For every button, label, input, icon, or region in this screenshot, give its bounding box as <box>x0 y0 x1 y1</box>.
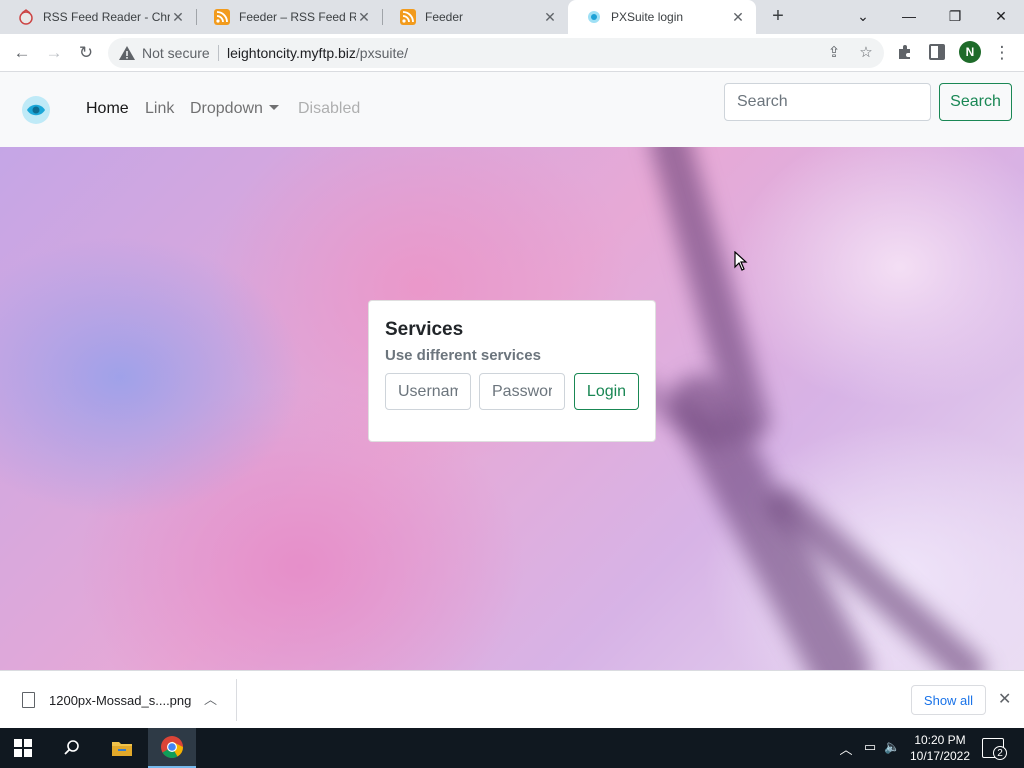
rss-icon <box>214 9 230 25</box>
rss-reader-extension-icon <box>19 9 33 25</box>
clock-time: 10:20 PM <box>914 733 966 747</box>
close-icon[interactable]: ✕ <box>356 9 372 26</box>
extensions-icon[interactable] <box>896 43 914 61</box>
system-clock[interactable]: 10:20 PM 10/17/2022 <box>905 732 975 764</box>
rss-icon <box>400 9 416 25</box>
browser-tab[interactable]: Feeder ✕ <box>382 0 568 34</box>
warning-icon[interactable] <box>118 44 136 62</box>
download-file-name[interactable]: 1200px-Mossad_s....png <box>49 693 191 708</box>
chrome-taskbar-icon[interactable] <box>148 728 196 768</box>
browser-tab-title: RSS Feed Reader - Chr <box>43 10 170 24</box>
bookmark-star-icon[interactable]: ☆ <box>856 43 876 63</box>
download-bar: 1200px-Mossad_s....png ︿ Show all ✕ <box>0 670 1024 728</box>
username-input[interactable] <box>385 373 471 410</box>
back-icon[interactable]: ← <box>10 41 34 65</box>
card-title: Services <box>385 319 464 340</box>
download-divider <box>236 679 237 721</box>
address-bar[interactable]: Not secure leightoncity.myftp.biz/pxsuit… <box>108 38 884 68</box>
close-icon[interactable]: ✕ <box>542 9 558 26</box>
browser-tab-strip: RSS Feed Reader - Chr ✕ Feeder – RSS Fee… <box>0 0 1024 34</box>
mouse-cursor-icon <box>734 251 748 271</box>
magnifier-icon <box>64 740 79 755</box>
clock-date: 10/17/2022 <box>909 749 971 763</box>
browser-tab[interactable]: RSS Feed Reader - Chr ✕ <box>0 0 196 34</box>
file-icon <box>22 692 35 708</box>
chrome-icon <box>161 736 183 758</box>
restore-button[interactable]: ❐ <box>932 0 978 34</box>
card-subtitle: Use different services <box>385 347 541 364</box>
minimize-button[interactable]: — <box>886 0 932 34</box>
side-panel-icon[interactable] <box>929 44 945 60</box>
nav-dropdown-label: Dropdown <box>190 100 263 117</box>
url-path: /pxsuite/ <box>355 45 409 61</box>
browser-tab-title: Feeder <box>425 10 464 24</box>
security-status[interactable]: Not secure <box>142 45 210 61</box>
browser-toolbar: ← → ↻ Not secure leightoncity.myftp.biz/… <box>0 34 1024 72</box>
omnibox-divider <box>218 45 219 61</box>
search-button[interactable]: Search <box>939 83 1012 121</box>
nav-link-link[interactable]: Link <box>145 100 174 118</box>
search-input[interactable] <box>724 83 931 121</box>
login-card: Services Use different services Login <box>368 300 656 442</box>
chrome-menu-icon[interactable]: ⋮ <box>990 41 1014 65</box>
password-input[interactable] <box>479 373 565 410</box>
window-close-button[interactable]: ✕ <box>978 0 1024 34</box>
url-host: leightoncity.myftp.biz <box>227 45 356 61</box>
forward-icon[interactable]: → <box>42 41 66 65</box>
pxsuite-favicon <box>588 11 600 23</box>
new-tab-button[interactable]: + <box>766 4 790 28</box>
close-icon[interactable]: ✕ <box>170 9 186 26</box>
notification-count-badge: 2 <box>993 746 1007 760</box>
nav-link-disabled: Disabled <box>298 100 361 117</box>
search-icon[interactable] <box>48 728 96 768</box>
caret-down-icon <box>268 104 279 110</box>
browser-tab-title: Feeder – RSS Feed Rea <box>239 10 356 24</box>
folder-icon <box>112 742 132 756</box>
browser-tab[interactable]: Feeder – RSS Feed Rea ✕ <box>196 0 382 34</box>
windows-start-icon[interactable] <box>14 739 32 757</box>
browser-tab-active[interactable]: PXSuite login ✕ <box>568 0 756 34</box>
url-text[interactable]: leightoncity.myftp.biz/pxsuite/ <box>227 45 408 61</box>
windows-taskbar: ︿ ▭ 🔈 10:20 PM 10/17/2022 2 <box>0 728 1024 768</box>
site-navbar: Home Link Dropdown Disabled Search <box>0 72 1024 147</box>
close-icon[interactable]: ✕ <box>998 689 1011 709</box>
login-button[interactable]: Login <box>574 373 639 410</box>
chevron-up-icon[interactable]: ︿ <box>838 739 854 757</box>
browser-tab-title: PXSuite login <box>611 10 684 24</box>
file-explorer-icon[interactable] <box>98 728 146 768</box>
close-icon[interactable]: ✕ <box>730 9 746 26</box>
share-icon[interactable]: ⇪ <box>824 43 844 63</box>
chevron-up-icon[interactable]: ︿ <box>204 689 217 708</box>
volume-icon[interactable]: 🔈 <box>884 739 900 757</box>
nav-dropdown[interactable]: Dropdown <box>190 100 279 118</box>
tab-search-icon[interactable]: ⌄ <box>840 0 886 34</box>
pxsuite-logo[interactable] <box>21 95 51 125</box>
nav-link-home[interactable]: Home <box>86 100 129 118</box>
network-icon[interactable]: ▭ <box>862 739 878 757</box>
reload-icon[interactable]: ↻ <box>74 41 98 65</box>
show-all-button[interactable]: Show all <box>911 685 986 715</box>
profile-avatar[interactable]: N <box>959 41 981 63</box>
